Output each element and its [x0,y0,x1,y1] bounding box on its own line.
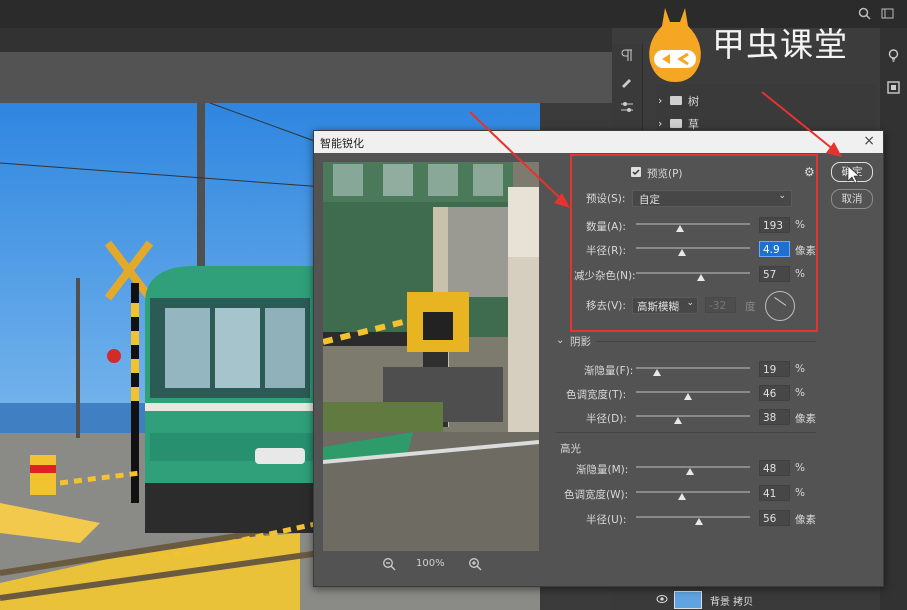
layer-row[interactable]: › 树 [656,90,866,112]
shadow-tonal-input[interactable]: 46 [759,385,790,401]
highlight-radius-unit: 像素 [795,514,816,526]
layer-name: 树 [688,95,699,108]
shadow-radius-input[interactable]: 38 [759,409,790,425]
shadow-tonal-unit: % [795,387,805,399]
zoom-in-icon[interactable] [468,557,482,571]
adjust-icon[interactable] [620,100,634,114]
highlight-tonal-input[interactable]: 41 [759,485,790,501]
highlight-section-title: 高光 [560,443,581,455]
shadow-radius-label: 半径(D): [586,413,627,425]
highlight-radius-label: 半径(U): [586,514,627,526]
beetle-logo-icon [649,8,701,82]
layer-name: 背景 拷贝 [710,597,754,608]
dialog-titlebar[interactable]: 智能锐化 × [314,131,883,153]
annotation-box [570,154,818,332]
highlight-fade-slider-thumb[interactable] [686,468,694,475]
lightbulb-icon[interactable] [886,48,901,63]
options-bar [0,28,612,52]
highlight-radius-slider-thumb[interactable] [695,518,703,525]
shadow-tonal-slider[interactable] [636,391,750,393]
highlight-fade-label: 渐隐量(M): [576,464,629,476]
shadow-section-title: 阴影 [570,336,591,348]
shadow-fade-input[interactable]: 19 [759,361,790,377]
highlight-radius-slider[interactable] [636,516,750,518]
workspace-icon[interactable] [881,7,894,20]
chevron-down-icon[interactable]: ⌄ [556,335,564,346]
highlight-tonal-unit: % [795,487,805,499]
shadow-fade-unit: % [795,363,805,375]
divider [556,432,816,433]
highlight-tonal-slider-thumb[interactable] [678,493,686,500]
folder-icon [670,96,682,105]
zoom-out-icon[interactable] [382,557,396,571]
far-right-toolbar [880,28,907,610]
shadow-fade-label: 渐隐量(F): [584,365,634,377]
libraries-icon[interactable] [886,80,901,95]
chevron-right-icon[interactable]: › [658,117,662,130]
dialog-title: 智能锐化 [320,137,364,150]
close-icon[interactable]: × [863,133,875,149]
preview-photo [323,162,539,551]
chevron-right-icon[interactable]: › [658,94,662,107]
ok-button[interactable]: 确定 [831,162,873,182]
highlight-tonal-label: 色调宽度(W): [564,489,629,501]
highlight-radius-input[interactable]: 56 [759,510,790,526]
shadow-radius-slider[interactable] [636,415,750,417]
highlight-fade-input[interactable]: 48 [759,460,790,476]
shadow-tonal-slider-thumb[interactable] [684,393,692,400]
brand-logo-text: 甲虫课堂 [712,25,848,64]
cancel-button[interactable]: 取消 [831,189,873,209]
preview-image[interactable] [323,162,539,551]
divider [596,341,816,342]
zoom-level: 100% [416,558,445,569]
eye-icon[interactable] [656,594,668,604]
layer-row[interactable]: 背景 拷贝 [612,588,880,610]
highlight-tonal-slider[interactable] [636,491,750,493]
paragraph-icon[interactable] [620,48,634,62]
layer-thumbnail [674,591,702,609]
shadow-fade-slider-thumb[interactable] [653,369,661,376]
folder-icon [670,119,682,128]
shadow-radius-slider-thumb[interactable] [674,417,682,424]
shadow-radius-unit: 像素 [795,413,816,425]
shadow-tonal-label: 色调宽度(T): [566,389,627,401]
brush-icon[interactable] [620,74,634,88]
highlight-fade-unit: % [795,462,805,474]
